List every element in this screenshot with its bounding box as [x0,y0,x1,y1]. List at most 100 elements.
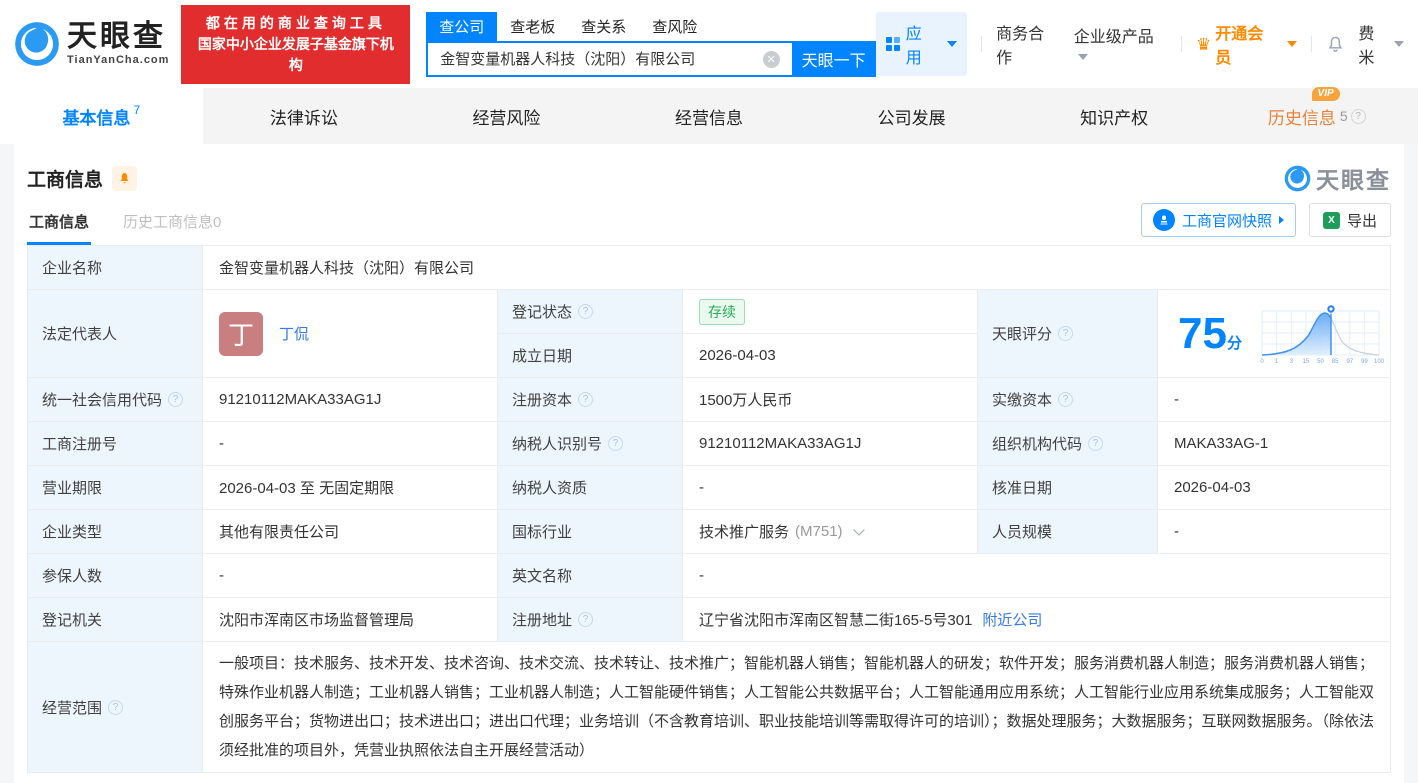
field-value-business-term: 2026-04-03 至 无固定期限 [203,466,498,510]
field-label-reg-number: 工商注册号 [28,422,203,466]
field-value-reg-authority: 沈阳市浑南区市场监督管理局 [203,598,498,642]
tab-label: 公司发展 [877,108,946,128]
company-search-input[interactable] [426,40,792,77]
tab-legal-proceedings[interactable]: 法律诉讼 [203,88,406,144]
user-menu[interactable]: 费米 [1358,20,1405,68]
snapshot-button[interactable]: 工商官网快照 [1140,203,1296,237]
tab-label: 经营风险 [472,108,541,128]
table-row: 企业类型 其他有限责任公司 国标行业 技术推广服务 (M751) 人员规模 - [28,510,1390,554]
logo-swirl-icon [15,22,59,66]
clear-search-icon[interactable] [762,50,780,68]
top-header: 天眼查 TianYanCha.com 都在用的商业查询工具 国家中小企业发展子基… [0,0,1418,88]
divider [1181,36,1182,52]
tab-business-info[interactable]: 经营信息 [608,88,811,144]
tianyancha-logo[interactable]: 天眼查 TianYanCha.com [14,21,169,67]
tab-label: 历史信息 [1267,108,1336,128]
promo-line2: 国家中小企业发展子基金旗下机构 [197,35,394,73]
business-info-table: 企业名称 金智变量机器人科技（沈阳）有限公司 法定代表人 丁 丁侃 登记状态 存… [27,245,1391,773]
field-value-taxpayer-quality: - [683,466,978,510]
help-icon[interactable] [578,392,594,407]
subtab-business-info[interactable]: 工商信息 [27,203,92,245]
promo-line1: 都在用的商业查询工具 [205,14,386,31]
watermark-swirl-icon [1284,165,1311,191]
promo-banner: 都在用的商业查询工具 国家中小企业发展子基金旗下机构 [181,4,411,84]
help-icon[interactable] [1350,108,1366,124]
section-title: 工商信息 [27,169,104,191]
field-value-insured-count: - [203,554,498,598]
nav-enterprise-products[interactable]: 企业级产品 [1074,23,1167,65]
table-row: 参保人数 - 英文名称 - [28,554,1390,598]
svg-text:50: 50 [1317,359,1324,365]
arrow-right-icon [1278,216,1284,224]
chevron-down-icon[interactable] [852,523,865,536]
field-label-industry: 国标行业 [498,510,683,554]
legal-rep-link[interactable]: 丁侃 [279,323,309,344]
help-icon[interactable] [578,304,594,319]
username: 费米 [1358,26,1375,67]
field-label-reg-capital: 注册资本 [498,378,683,422]
apps-menu[interactable]: 应用 [875,12,968,76]
help-icon[interactable] [1058,326,1074,341]
notification-bell-icon[interactable] [1326,35,1345,54]
help-icon[interactable] [1088,436,1104,451]
table-row: 法定代表人 丁 丁侃 登记状态 存续 成立日期 2026-04-03 天眼评分 [28,290,1390,378]
field-value-english-name: - [683,554,1390,598]
field-label-reg-address: 注册地址 [498,598,683,642]
tab-label: 基本信息 [62,108,131,128]
tab-count: 7 [133,103,141,117]
field-label-staff-size: 人员规模 [978,510,1158,554]
field-value-reg-number: - [203,422,498,466]
field-value-staff-size: - [1158,510,1390,554]
help-icon[interactable] [168,392,184,407]
score-distribution-chart: 0 1 3 15 50 85 97 99 100 [1260,303,1384,365]
help-icon[interactable] [608,436,624,451]
field-value-paid-capital: - [1158,378,1390,422]
svg-text:3: 3 [1290,359,1294,365]
divider [1310,36,1312,52]
legal-rep-avatar[interactable]: 丁 [219,311,263,356]
top-nav: 应用 商务合作 企业级产品 ♛ 开通会员 费米 [875,12,1405,76]
search-button[interactable]: 天眼一下 [791,40,876,77]
tab-history-info[interactable]: VIP 历史信息 5 [1215,86,1418,144]
field-label-business-scope: 经营范围 [28,642,203,772]
vip-label: 开通会员 [1215,26,1264,67]
export-button[interactable]: 导出 [1308,203,1391,237]
nav-vip-upgrade[interactable]: ♛ 开通会员 [1196,20,1297,68]
tianyan-score-value: 75分 [1178,308,1242,358]
stamp-icon [1152,209,1175,231]
svg-text:1: 1 [1275,359,1279,365]
table-row: 登记机关 沈阳市浑南区市场监督管理局 注册地址 辽宁省沈阳市浑南区智慧二街165… [28,598,1390,642]
search-tab-boss[interactable]: 查老板 [497,12,568,41]
caret-down-icon [947,41,958,47]
field-value-legal-rep: 丁 丁侃 [203,290,498,378]
tab-basic-info[interactable]: 基本信息 7 [0,88,203,144]
search-tab-risk[interactable]: 查风险 [639,12,710,41]
tab-operating-risk[interactable]: 经营风险 [405,88,608,144]
svg-text:0: 0 [1260,359,1264,365]
field-value-reg-address: 辽宁省沈阳市浑南区智慧二街165-5号301 附近公司 [683,598,1390,642]
tab-company-development[interactable]: 公司发展 [810,88,1013,144]
divider [981,36,983,52]
field-value-tianyan-score[interactable]: 75分 0 1 3 15 50 85 97 99 100 [1158,290,1390,378]
subscribe-bell-icon[interactable] [112,165,138,191]
field-label-tianyan-score: 天眼评分 [978,290,1158,378]
field-value-industry[interactable]: 技术推广服务 (M751) [683,510,978,554]
subtab-history-business-info[interactable]: 历史工商信息0 [121,203,223,245]
table-row: 工商注册号 - 纳税人识别号 91210112MAKA33AG1J 组织机构代码… [28,422,1390,466]
tab-intellectual-property[interactable]: 知识产权 [1013,88,1216,144]
search-tab-relation[interactable]: 查关系 [568,12,639,41]
help-icon[interactable] [1058,392,1074,407]
field-label-credit-code: 统一社会信用代码 [28,378,203,422]
search-tabs: 查公司 查老板 查关系 查风险 [426,11,875,41]
nav-business-cooperation[interactable]: 商务合作 [996,20,1060,68]
field-value-reg-status: 存续 [683,290,978,334]
nearby-companies-link[interactable]: 附近公司 [982,609,1042,630]
help-icon[interactable] [578,612,594,627]
search-tab-company[interactable]: 查公司 [426,11,498,41]
watermark-logo: 天眼查 [1284,161,1391,195]
svg-text:100: 100 [1374,359,1384,365]
svg-text:99: 99 [1361,359,1368,365]
field-label-taxpayer-quality: 纳税人资质 [498,466,683,510]
help-icon[interactable] [108,699,124,715]
field-label-english-name: 英文名称 [498,554,683,598]
